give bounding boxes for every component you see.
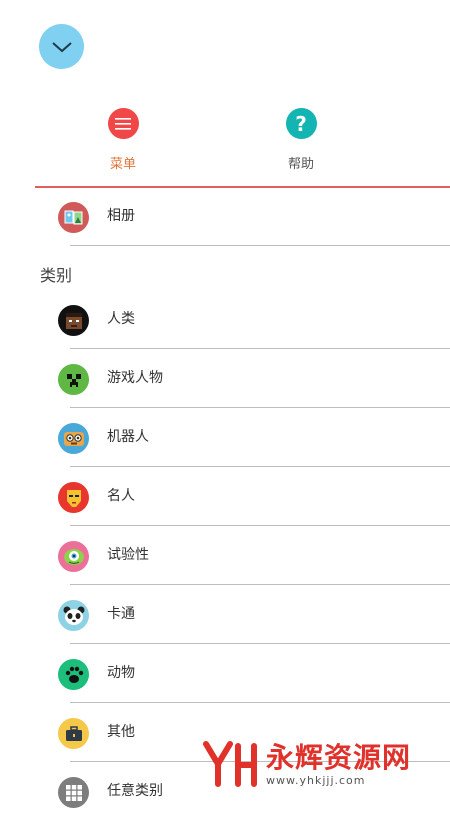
tab-menu-label: 菜单 bbox=[109, 157, 136, 172]
divider bbox=[70, 643, 450, 644]
human-face-icon bbox=[58, 305, 89, 336]
divider bbox=[70, 525, 450, 526]
tab-help-label: 帮助 bbox=[287, 157, 314, 172]
monster-icon bbox=[58, 541, 89, 572]
panda-icon bbox=[58, 600, 89, 631]
divider bbox=[70, 348, 450, 349]
divider bbox=[70, 466, 450, 467]
category-label: 游戏人物 bbox=[107, 370, 163, 386]
watermark-logo-icon bbox=[203, 741, 257, 787]
grid-icon bbox=[58, 777, 89, 808]
album-icon bbox=[58, 202, 89, 233]
list-item-category[interactable]: 动物 bbox=[0, 645, 450, 703]
category-label: 名人 bbox=[107, 488, 135, 504]
menu-icon bbox=[107, 108, 139, 139]
divider bbox=[70, 584, 450, 585]
list-item-category[interactable]: 名人 bbox=[0, 468, 450, 526]
category-label: 动物 bbox=[107, 665, 135, 681]
category-label: 试验性 bbox=[107, 547, 149, 563]
tab-help[interactable]: ? 帮助 bbox=[241, 96, 361, 186]
watermark-brand: 永辉资源网 bbox=[266, 740, 412, 774]
list-item-category[interactable]: 机器人 bbox=[0, 409, 450, 467]
ironman-icon bbox=[58, 482, 89, 513]
category-label: 卡通 bbox=[107, 606, 135, 622]
divider bbox=[70, 702, 450, 703]
list-item-category[interactable]: 卡通 bbox=[0, 586, 450, 644]
list-item-category[interactable]: 游戏人物 bbox=[0, 350, 450, 408]
creeper-icon bbox=[58, 364, 89, 395]
category-label: 机器人 bbox=[107, 429, 149, 445]
tab-menu[interactable]: 菜单 bbox=[63, 96, 183, 186]
category-label: 其他 bbox=[107, 724, 135, 740]
tab-bar: 菜单 ? 帮助 bbox=[35, 96, 450, 188]
category-section-title: 类别 bbox=[40, 266, 73, 285]
album-label: 相册 bbox=[107, 208, 135, 224]
svg-text:?: ? bbox=[295, 113, 307, 135]
watermark-url: www.yhkjjj.com bbox=[266, 773, 366, 787]
watermark: 永辉资源网 www.yhkjjj.com bbox=[200, 738, 450, 790]
list-item-category[interactable]: 人类 bbox=[0, 291, 450, 349]
chevron-down-icon bbox=[51, 41, 72, 52]
divider bbox=[70, 245, 450, 246]
collapse-button[interactable] bbox=[39, 24, 84, 69]
help-icon: ? bbox=[285, 108, 317, 139]
paw-icon bbox=[58, 659, 89, 690]
robot-icon bbox=[58, 423, 89, 454]
divider bbox=[70, 407, 450, 408]
list-item-album[interactable]: 相册 bbox=[0, 188, 450, 246]
briefcase-icon bbox=[58, 718, 89, 749]
list-item-category[interactable]: 试验性 bbox=[0, 527, 450, 585]
category-label: 任意类别 bbox=[107, 783, 163, 799]
category-label: 人类 bbox=[107, 311, 135, 327]
